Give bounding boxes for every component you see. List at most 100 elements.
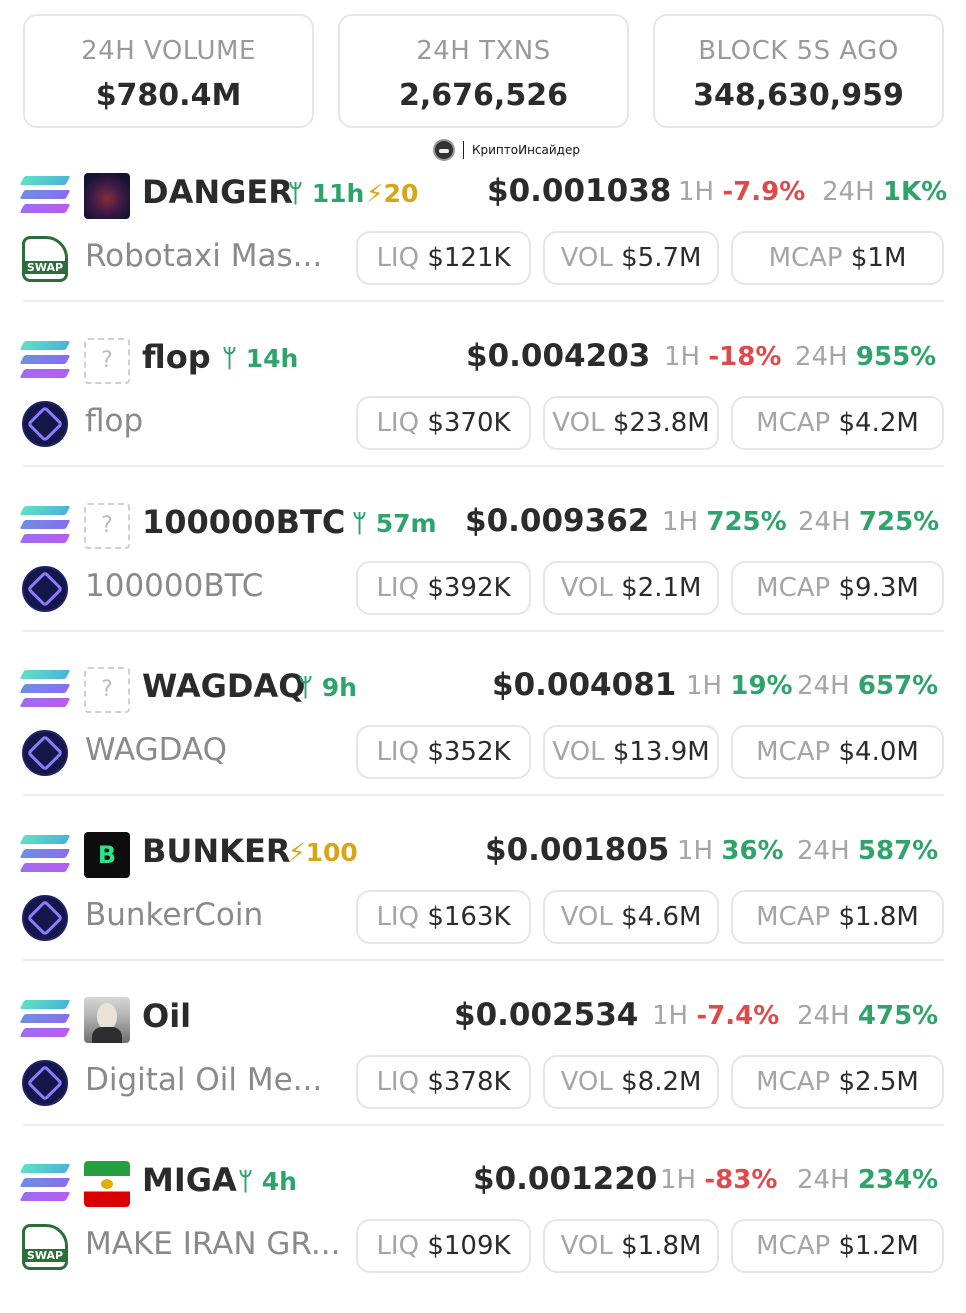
liq-pill: LIQ $163K — [356, 890, 531, 944]
solana-icon — [19, 1000, 71, 1038]
token-symbol[interactable]: BUNKER — [142, 832, 290, 870]
mcap-pill-value: $2.5M — [838, 1067, 919, 1097]
vol-pill-label: VOL — [560, 243, 613, 273]
vol-pill: VOL $13.9M — [543, 725, 719, 779]
solana-bar — [19, 204, 71, 213]
change-24h: 24H 657% — [797, 671, 938, 701]
pair-age-value: 9h — [321, 673, 357, 702]
liq-pill-label: LIQ — [376, 902, 420, 932]
mcap-pill: MCAP $1.8M — [731, 890, 944, 944]
raydium-diamond — [26, 570, 64, 608]
liq-pill: LIQ $121K — [356, 231, 531, 285]
mcap-pill-value: $9.3M — [838, 573, 919, 603]
mcap-pill: MCAP $1M — [731, 231, 944, 285]
vol-pill-value: $13.9M — [612, 737, 710, 767]
pair-age-value: 57m — [375, 509, 437, 538]
token-image — [84, 1161, 130, 1207]
vol-pill-value: $2.1M — [621, 573, 702, 603]
row-divider — [23, 794, 944, 796]
token-row[interactable]: MIGA ᛘ 4h $0.001220 1H -83% 24H 234% SWAP MAKE… — [0, 1153, 966, 1313]
mcap-pill-value: $1.2M — [838, 1231, 919, 1261]
token-name: WAGDAQ — [85, 732, 228, 768]
vol-pill-label: VOL — [560, 902, 613, 932]
token-symbol[interactable]: DANGER — [142, 173, 293, 211]
liq-pill-value: $121K — [427, 243, 511, 273]
boost-badge[interactable]: ⚡20 — [366, 179, 418, 208]
solana-icon — [19, 506, 71, 544]
solana-bar — [19, 534, 71, 543]
vol-pill: VOL $5.7M — [543, 231, 719, 285]
solana-bar — [19, 698, 71, 707]
change-1h: 1H -18% — [664, 342, 781, 372]
token-row[interactable]: DANGER ᛘ 11h ⚡20 $0.001038 1H -7.9% 24H 1K% SW… — [0, 165, 966, 325]
token-row[interactable]: ? flop ᛘ 14h $0.004203 1H -18% 24H 955% flop LI… — [0, 330, 966, 490]
raydium-diamond — [26, 734, 64, 772]
liq-pill-value: $392K — [427, 573, 511, 603]
mcap-pill-label: MCAP — [768, 243, 843, 273]
mcap-pill: MCAP $1.2M — [731, 1219, 944, 1273]
boost-badge[interactable]: ⚡100 — [288, 838, 358, 867]
pair-age: ᛘ 9h — [298, 673, 357, 702]
token-symbol[interactable]: MIGA — [142, 1161, 237, 1199]
mcap-pill: MCAP $4.2M — [731, 396, 944, 450]
token-row[interactable]: B BUNKER ⚡100 $0.001805 1H 36% 24H 587% Bunker… — [0, 824, 966, 984]
solana-bar — [19, 1014, 71, 1023]
liq-pill: LIQ $392K — [356, 561, 531, 615]
token-price: $0.002534 — [454, 997, 639, 1033]
raydium-icon — [22, 730, 68, 776]
pair-age-value: 14h — [245, 344, 299, 373]
token-price: $0.001038 — [487, 173, 672, 209]
change-24h-label: 24H — [797, 1165, 850, 1195]
token-image: ? — [84, 503, 130, 549]
mcap-pill: MCAP $9.3M — [731, 561, 944, 615]
stat-txns-label: 24H TXNS — [416, 36, 551, 66]
token-row[interactable]: Oil $0.002534 1H -7.4% 24H 475% Digital Oil … — [0, 989, 966, 1149]
stat-block: BLOCK 5S AGO 348,630,959 — [653, 14, 944, 128]
token-row[interactable]: ? WAGDAQ ᛘ 9h $0.004081 1H 19% 24H 657% WAGDAQ… — [0, 659, 966, 819]
liq-pill-value: $370K — [427, 408, 511, 438]
vol-pill-value: $23.8M — [612, 408, 710, 438]
token-symbol[interactable]: 100000BTC — [142, 503, 345, 541]
vol-pill-label: VOL — [560, 1231, 613, 1261]
vol-pill-label: VOL — [552, 737, 605, 767]
token-row[interactable]: ? 100000BTC ᛘ 57m $0.009362 1H 725% 24H 725% 1… — [0, 495, 966, 655]
liq-pill-label: LIQ — [376, 1067, 420, 1097]
liq-pill: LIQ $370K — [356, 396, 531, 450]
change-1h-label: 1H — [678, 177, 715, 207]
token-image — [84, 997, 130, 1043]
watermark: КриптоИнсайдер — [433, 138, 580, 162]
solana-bar — [19, 355, 71, 364]
token-symbol[interactable]: WAGDAQ — [142, 667, 305, 705]
solana-bar — [19, 863, 71, 872]
mcap-pill: MCAP $4.0M — [731, 725, 944, 779]
stat-txns: 24H TXNS 2,676,526 — [338, 14, 629, 128]
change-1h-label: 1H — [662, 507, 699, 537]
liq-pill-label: LIQ — [376, 243, 420, 273]
change-24h: 24H 725% — [798, 507, 939, 537]
token-symbol[interactable]: Oil — [142, 997, 191, 1035]
swap-label: SWAP — [25, 261, 65, 274]
raydium-icon — [22, 401, 68, 447]
boost-value: 100 — [305, 838, 358, 867]
change-1h-value: 19% — [730, 671, 793, 701]
raydium-icon — [22, 1060, 68, 1106]
token-symbol[interactable]: flop — [142, 338, 211, 376]
change-24h-label: 24H — [797, 671, 850, 701]
mcap-pill-label: MCAP — [756, 408, 831, 438]
pair-age: ᛘ 57m — [352, 509, 437, 538]
change-24h: 24H 475% — [797, 1001, 938, 1031]
vol-pill: VOL $23.8M — [543, 396, 719, 450]
solana-icon — [19, 176, 71, 214]
change-24h-value: 725% — [858, 507, 940, 537]
sprout-icon: ᛘ — [288, 179, 312, 208]
stat-block-value: 348,630,959 — [693, 78, 904, 113]
pair-age: ᛘ 11h — [288, 179, 364, 208]
mcap-pill: MCAP $2.5M — [731, 1055, 944, 1109]
solana-bar — [19, 176, 71, 185]
row-divider — [23, 959, 944, 961]
stat-volume-label: 24H VOLUME — [81, 36, 256, 66]
token-image: ? — [84, 338, 130, 384]
change-1h-label: 1H — [677, 836, 714, 866]
solana-icon — [19, 835, 71, 873]
change-24h-label: 24H — [795, 342, 848, 372]
